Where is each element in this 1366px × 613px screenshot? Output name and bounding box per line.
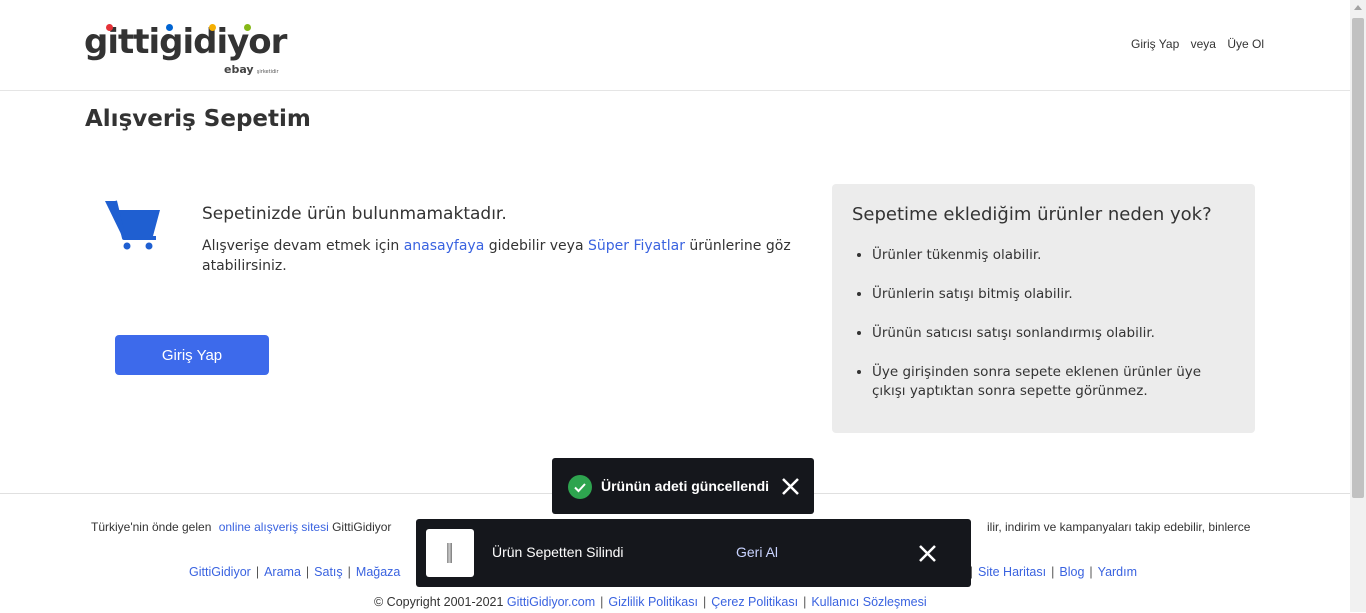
footer-about-text-continued: ilir, indirim ve kampanyaları takip edeb… [987, 520, 1251, 534]
or-text: veya [1190, 37, 1216, 51]
reasons-list: Ürünler tükenmiş olabilir. Ürünlerin sat… [852, 246, 1232, 421]
reason-item: Ürünlerin satışı bitmiş olabilir. [872, 285, 1232, 304]
footer-about-text: Türkiye'nin önde gelen online alışveriş … [91, 520, 392, 534]
online-shopping-link[interactable]: online alışveriş sitesi [219, 520, 329, 534]
reason-item: Ürünün satıcısı satışı sonlandırmış olab… [872, 324, 1232, 343]
copyright-line: © Copyright 2001-2021 GittiGidiyor.com | G… [374, 595, 927, 609]
page-scrollbar[interactable] [1350, 0, 1366, 612]
toast-message: Ürün Sepetten Silindi [492, 544, 624, 560]
success-check-icon [568, 475, 592, 499]
logo-dots [84, 24, 284, 32]
reasons-panel: Sepetime eklediğim ürünler neden yok? Ür… [832, 184, 1255, 433]
footer-link-gittigidiyor[interactable]: GittiGidiyor [189, 565, 251, 579]
footer-link-sitemap[interactable]: Site Haritası [978, 565, 1046, 579]
close-icon[interactable] [918, 544, 937, 563]
reason-item: Ürünler tükenmiş olabilir. [872, 246, 1232, 265]
footer-link-store[interactable]: Mağaza [356, 565, 400, 579]
homepage-link[interactable]: anasayfaya [404, 238, 485, 254]
item-removed-toast: Ürün Sepetten Silindi Geri Al [416, 519, 971, 587]
login-button[interactable]: Giriş Yap [115, 335, 269, 375]
footer-link-privacy[interactable]: Gizlilik Politikası [608, 595, 698, 609]
gittigidiyor-logo[interactable]: gittigidiyor ebay şirketidir [84, 22, 287, 76]
reasons-title: Sepetime eklediğim ürünler neden yok? [852, 204, 1212, 225]
reason-item: Üye girişinden sonra sepete eklenen ürün… [872, 363, 1232, 401]
footer-link-cookies[interactable]: Çerez Politikası [711, 595, 798, 609]
header-register-link[interactable]: Üye Ol [1227, 37, 1264, 51]
footer-nav-links: GittiGidiyor | Arama | Satış | Mağaza [189, 565, 401, 579]
footer-link-search[interactable]: Arama [264, 565, 301, 579]
site-header: gittigidiyor ebay şirketidir Giriş Yap v… [0, 0, 1350, 91]
footer-link-sales[interactable]: Satış [314, 565, 343, 579]
footer-nav-links-right: i|Site Haritası|Blog|Yardım [962, 565, 1137, 579]
scroll-up-arrow-icon[interactable] [1354, 5, 1362, 10]
empty-cart-title: Sepetinizde ürün bulunmamaktadır. [202, 204, 507, 224]
footer-link-terms[interactable]: Kullanıcı Sözleşmesi [811, 595, 926, 609]
super-prices-link[interactable]: Süper Fiyatlar [588, 238, 685, 254]
footer-link-blog[interactable]: Blog [1059, 565, 1084, 579]
empty-cart-description: Alışverişe devam etmek için anasayfaya g… [202, 238, 791, 274]
toast-message: Ürünün adeti güncellendi [601, 478, 770, 494]
footer-link-help[interactable]: Yardım [1098, 565, 1137, 579]
shopping-cart-icon [105, 200, 160, 250]
logo-ebay-tagline: ebay şirketidir [224, 63, 279, 76]
footer-link-site[interactable]: GittiGidiyor.com [507, 595, 595, 609]
header-login-link[interactable]: Giriş Yap [1131, 37, 1179, 51]
close-icon[interactable] [781, 477, 800, 496]
page-title: Alışveriş Sepetim [85, 106, 311, 132]
product-thumbnail [426, 529, 474, 577]
auth-links: Giriş Yap veya Üye Ol [1131, 37, 1264, 51]
undo-button[interactable]: Geri Al [736, 544, 778, 560]
quantity-updated-toast: Ürünün adeti güncellendi [552, 458, 814, 514]
scroll-thumb[interactable] [1352, 18, 1364, 498]
